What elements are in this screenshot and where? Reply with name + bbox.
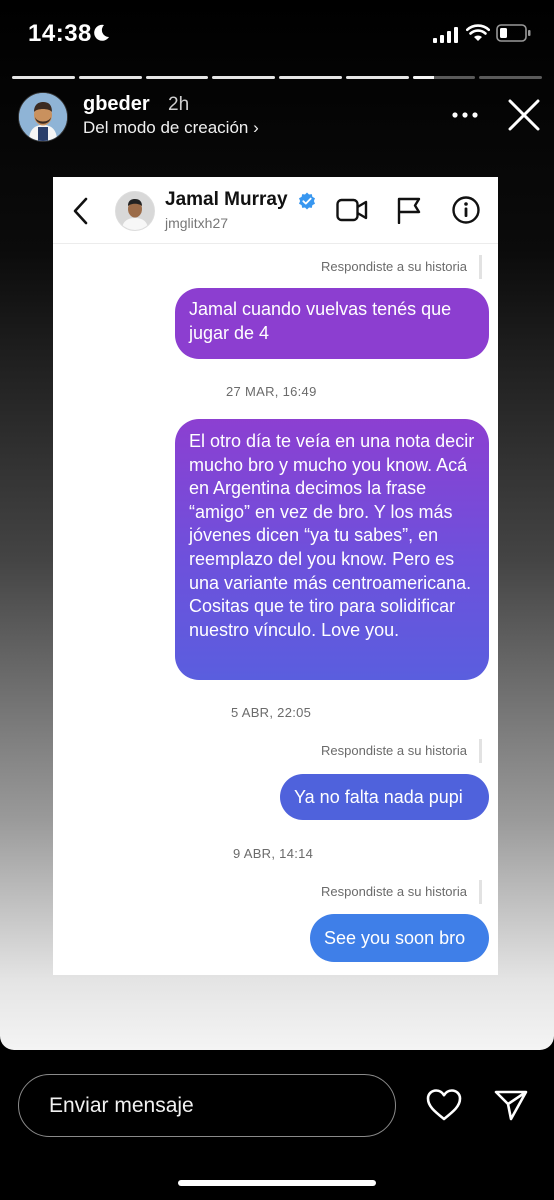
send-icon[interactable] bbox=[493, 1088, 529, 1122]
send-message-input[interactable]: Enviar mensaje bbox=[18, 1074, 396, 1137]
info-icon bbox=[452, 196, 480, 224]
message-bubble: Jamal cuando vuelvas tenés que jugar de … bbox=[175, 288, 489, 359]
story-viewer[interactable]: 14:38 gbeder 2h Del modo de creación › J… bbox=[0, 0, 554, 1050]
dm-header: Jamal Murray jmglitxh27 bbox=[53, 177, 498, 244]
progress-segment bbox=[345, 76, 409, 79]
flag-icon bbox=[397, 197, 421, 224]
creation-mode-link[interactable]: Del modo de creación › bbox=[83, 118, 259, 138]
progress-segment bbox=[145, 76, 209, 79]
profile-name: Jamal Murray bbox=[165, 189, 288, 210]
battery-icon bbox=[496, 24, 531, 42]
profile-photo bbox=[116, 192, 154, 230]
progress-segment bbox=[12, 76, 75, 79]
message-timestamp: 27 MAR, 16:49 bbox=[226, 384, 317, 399]
progress-segment bbox=[479, 76, 542, 79]
message-bubble: El otro día te veía en una nota decir mu… bbox=[175, 419, 489, 680]
status-time: 14:38 bbox=[28, 20, 92, 47]
profile-avatar bbox=[115, 191, 155, 231]
progress-segment bbox=[279, 76, 342, 79]
progress-segment bbox=[412, 76, 476, 79]
story-reply-note: Respondiste a su historia bbox=[321, 255, 482, 279]
story-reply-note: Respondiste a su historia bbox=[321, 880, 482, 904]
moon-icon bbox=[94, 24, 109, 41]
story-username[interactable]: gbeder bbox=[83, 93, 150, 116]
dm-screenshot: Jamal Murray jmglitxh27 Respondiste a su… bbox=[53, 177, 498, 975]
wifi-icon bbox=[466, 24, 490, 41]
story-progress-bar bbox=[12, 76, 542, 79]
close-icon[interactable] bbox=[507, 98, 541, 132]
message-bubble: Ya no falta nada pupi bbox=[280, 774, 489, 820]
verified-badge-icon bbox=[299, 192, 315, 210]
avatar[interactable] bbox=[18, 92, 68, 142]
message-timestamp: 9 ABR, 14:14 bbox=[233, 846, 314, 861]
profile-handle: jmglitxh27 bbox=[165, 215, 229, 231]
message-bubble: See you soon bro bbox=[310, 914, 489, 962]
heart-icon[interactable] bbox=[425, 1088, 463, 1122]
message-timestamp: 5 ABR, 22:05 bbox=[231, 705, 312, 720]
home-indicator bbox=[178, 1180, 376, 1186]
avatar-illustration bbox=[19, 93, 67, 141]
back-arrow-icon bbox=[73, 197, 88, 225]
story-reply-note: Respondiste a su historia bbox=[321, 739, 482, 763]
story-time-ago: 2h bbox=[168, 94, 190, 115]
progress-segment bbox=[212, 76, 275, 79]
video-call-icon bbox=[336, 198, 368, 222]
cellular-signal-icon bbox=[433, 27, 458, 43]
more-options-icon[interactable] bbox=[452, 104, 478, 126]
status-bar: 14:38 bbox=[0, 0, 554, 66]
progress-segment bbox=[78, 76, 142, 79]
send-message-placeholder: Enviar mensaje bbox=[49, 1094, 194, 1117]
